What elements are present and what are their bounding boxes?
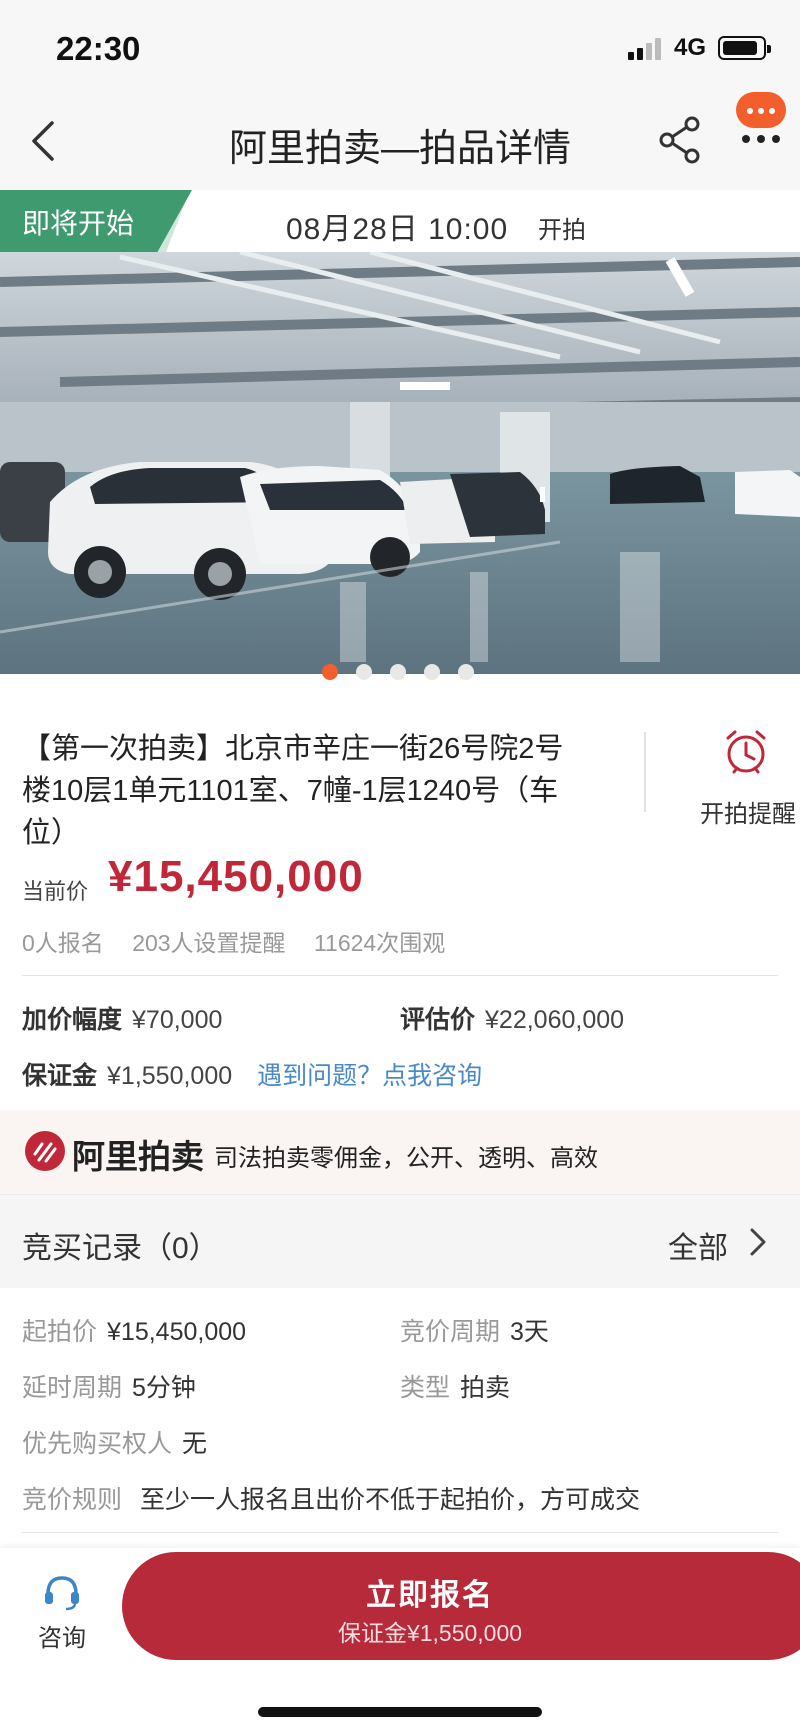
bid-cycle-row: 竞价周期 3天	[400, 1312, 549, 1348]
view-count: 11624次围观	[313, 930, 446, 956]
reminder-count: 203人设置提醒	[132, 930, 286, 956]
carousel-dot[interactable]	[390, 664, 406, 680]
current-price-label: 当前价	[22, 879, 89, 904]
battery-icon	[718, 36, 771, 60]
signal-icon	[628, 38, 668, 60]
item-photo[interactable]	[0, 252, 800, 674]
carousel-dot[interactable]	[424, 664, 440, 680]
status-time: 22:30	[56, 30, 141, 67]
brand-name: 阿里拍卖	[72, 1138, 204, 1175]
auction-stats: 0人报名 203人设置提醒 11624次围观	[22, 924, 467, 958]
status-bar: 22:30 4G	[0, 0, 800, 95]
carousel-dots	[320, 664, 480, 684]
signup-label: 立即报名	[366, 1579, 494, 1612]
type-value: 拍卖	[460, 1374, 511, 1402]
rule-row: 竞价规则 至少一人报名且出价不低于起拍价，方可成交	[22, 1480, 640, 1516]
remind-button[interactable]: 开拍提醒	[700, 794, 796, 829]
alarm-clock-icon[interactable]	[722, 728, 770, 776]
priority-label: 优先购买权人	[22, 1430, 173, 1458]
headset-icon	[45, 1576, 79, 1611]
priority-row: 优先购买权人无	[22, 1424, 207, 1460]
start-suffix: 开拍	[538, 217, 586, 244]
bid-cycle-label: 竞价周期	[400, 1318, 501, 1346]
ali-auction-logo-icon	[25, 1131, 65, 1171]
start-time: 08月28日 10:00	[286, 213, 509, 246]
view-all-link[interactable]: 全部	[668, 1223, 728, 1267]
message-badge-icon[interactable]	[736, 92, 786, 128]
more-icon[interactable]	[736, 135, 786, 147]
divider	[22, 1532, 778, 1533]
parking-garage-image	[0, 252, 800, 674]
deposit-row: 保证金 ¥1,550,000 遇到问题？点我咨询	[22, 1056, 482, 1092]
bottom-action-bar: 咨询 立即报名 保证金¥1,550,000	[0, 1548, 800, 1733]
carousel-dot[interactable]	[356, 664, 372, 680]
bid-record-row[interactable]: 竞买记录（0） 全部	[0, 1194, 800, 1288]
signup-button[interactable]: 立即报名 保证金¥1,550,000	[122, 1552, 800, 1660]
appraisal-label: 评估价	[400, 1006, 476, 1034]
start-price-row: 起拍价 ¥15,450,000	[22, 1312, 246, 1348]
type-row: 类型 拍卖	[400, 1368, 510, 1404]
rule-label: 竞价规则	[22, 1486, 123, 1514]
deposit-value: ¥1,550,000	[107, 1062, 233, 1090]
increment-value: ¥70,000	[132, 1006, 223, 1034]
nav-bar: 阿里拍卖—拍品详情	[0, 92, 800, 190]
carousel-dot[interactable]	[322, 664, 338, 680]
increment-label: 加价幅度	[22, 1006, 123, 1034]
appraisal-row: 评估价 ¥22,060,000	[400, 1000, 624, 1036]
delay-value: 5分钟	[132, 1374, 196, 1402]
delay-label: 延时周期	[22, 1374, 123, 1402]
signup-count: 0人报名	[22, 930, 104, 956]
auction-status-strip: 即将开始 08月28日 10:00 开拍	[0, 190, 800, 252]
signup-deposit: 保证金¥1,550,000	[337, 1620, 523, 1646]
bid-record-title: 竞买记录（0）	[22, 1232, 219, 1265]
current-price: ¥15,450,000	[108, 852, 364, 901]
item-title: 【第一次拍卖】北京市辛庄一街26号院2号楼10层1单元1101室、7幢-1层12…	[22, 733, 564, 849]
share-icon[interactable]	[658, 115, 702, 165]
help-link[interactable]: 遇到问题？点我咨询	[257, 1062, 482, 1090]
deposit-label: 保证金	[22, 1062, 98, 1090]
start-price-label: 起拍价	[22, 1318, 98, 1346]
bid-cycle-value: 3天	[510, 1318, 549, 1346]
status-badge-label: 即将开始	[22, 208, 135, 239]
network-label: 4G	[674, 34, 707, 61]
start-price-value: ¥15,450,000	[107, 1318, 247, 1346]
divider	[22, 975, 778, 976]
delay-row: 延时周期 5分钟	[22, 1368, 196, 1404]
appraisal-value: ¥22,060,000	[485, 1006, 625, 1034]
carousel-dot[interactable]	[458, 664, 474, 680]
divider	[644, 732, 646, 812]
consult-button[interactable]: 咨询	[30, 1572, 94, 1653]
chevron-right-icon	[750, 1228, 766, 1256]
promo-banner: 阿里拍卖 司法拍卖零佣金，公开、透明、高效	[0, 1110, 800, 1194]
type-label: 类型	[400, 1374, 451, 1402]
banner-slogan: 司法拍卖零佣金，公开、透明、高效	[214, 1145, 598, 1172]
consult-label: 咨询	[38, 1625, 86, 1652]
increment-row: 加价幅度 ¥70,000	[22, 1000, 222, 1036]
home-indicator[interactable]	[258, 1707, 542, 1717]
rule-value: 至少一人报名且出价不低于起拍价，方可成交	[140, 1486, 641, 1514]
priority-value: 无	[182, 1430, 208, 1458]
